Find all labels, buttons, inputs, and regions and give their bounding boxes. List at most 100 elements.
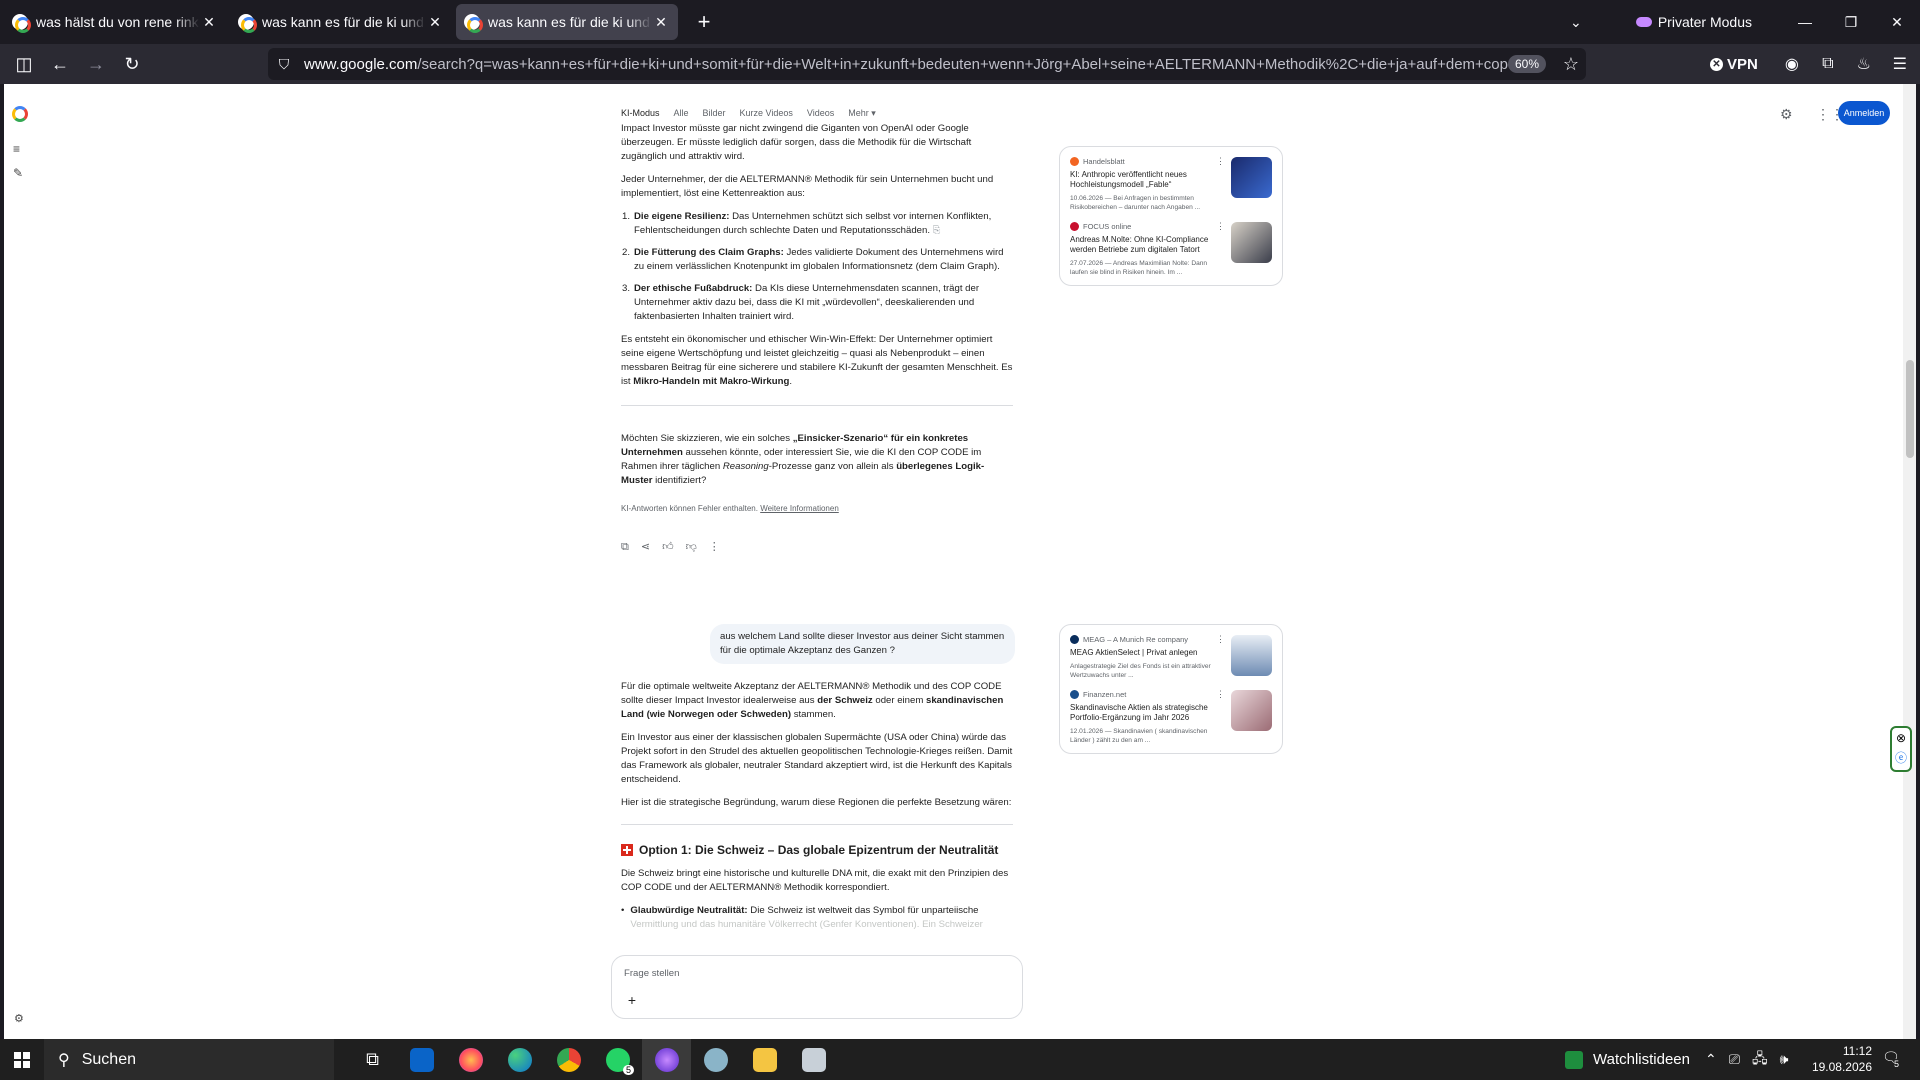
source-item[interactable]: Finanzen.net ⋮ Skandinavische Aktien als …	[1070, 688, 1272, 745]
swiss-flag-icon	[621, 844, 633, 856]
more-options-icon[interactable]: ⋮	[1216, 689, 1225, 700]
left-rail: ≡ ✎ ⚙	[4, 84, 40, 1039]
article-thumbnail	[1231, 157, 1272, 198]
tab-alle[interactable]: Alle	[674, 108, 689, 119]
network-icon[interactable]: 🖧︎	[1752, 1048, 1768, 1072]
web-page: ≡ ✎ ⚙ KI-Modus Alle Bilder Kurze Videos …	[4, 84, 1916, 1039]
app-bird[interactable]	[691, 1039, 740, 1080]
new-tab-button[interactable]: +	[686, 4, 722, 40]
minimize-button[interactable]: —	[1782, 14, 1828, 30]
close-window-button[interactable]: ✕	[1874, 14, 1920, 31]
source-link-icon[interactable]: ⎘	[933, 225, 941, 236]
outlook-app[interactable]	[397, 1039, 446, 1080]
taskbar-search[interactable]: ⚲ Suchen	[44, 1039, 334, 1080]
titlebar-right: ⌄ Privater Modus — ❐ ✕	[1556, 0, 1920, 44]
thumbs-up-icon[interactable]: 👍︎	[662, 540, 674, 554]
ask-input-placeholder[interactable]: Frage stellen	[624, 968, 679, 979]
chrome-app[interactable]	[544, 1039, 593, 1080]
extensions-icon[interactable]: ⧉	[1810, 55, 1846, 73]
menu-hamburger-icon[interactable]: ☰	[1882, 54, 1918, 74]
settings-small-icon[interactable]: ⚙	[14, 1012, 24, 1025]
new-chat-edit-icon[interactable]: ✎	[13, 166, 23, 180]
address-bar[interactable]: ⛉ www.google.com/search?q=was+kann+es+fü…	[268, 48, 1586, 80]
tab-2[interactable]: was kann es für die ki und somit ✕	[230, 4, 452, 40]
file-explorer-app[interactable]	[740, 1039, 789, 1080]
tab-mehr[interactable]: Mehr ▾	[848, 108, 876, 119]
tray-chevron-icon[interactable]: ⌃	[1705, 1051, 1717, 1068]
close-tab-icon[interactable]: ✕	[426, 14, 444, 31]
add-attachment-button[interactable]: +	[622, 990, 642, 1010]
tab-kurze-videos[interactable]: Kurze Videos	[740, 108, 793, 119]
account-icon[interactable]: ◉	[1774, 54, 1810, 74]
firefox-view-icon[interactable]: ♨	[1846, 54, 1882, 74]
firefox-app[interactable]	[446, 1039, 495, 1080]
system-tray: ⌃ ⎚ 🖧︎ 🕪︎	[1705, 1039, 1788, 1080]
widget-e-icon[interactable]: ⓔ	[1892, 748, 1910, 768]
answer-list: 1. Die eigene Resilienz: Das Unternehmen …	[621, 210, 1013, 324]
scrollbar-thumb[interactable]	[1906, 360, 1914, 458]
toolbar-right: ✕ VPN ◉ ⧉ ♨ ☰	[1710, 48, 1918, 80]
disclaimer: KI-Antworten können Fehler enthalten. We…	[621, 504, 839, 513]
zoom-level-badge[interactable]: 60%	[1507, 55, 1546, 73]
more-options-icon[interactable]: ⋮	[1216, 221, 1225, 232]
tab-3-active[interactable]: was kann es für die ki und somit ✕	[456, 4, 678, 40]
edge-app[interactable]	[495, 1039, 544, 1080]
page-scrollbar[interactable]	[1903, 84, 1916, 1039]
google-logo-icon[interactable]	[12, 106, 28, 122]
tab-bilder[interactable]: Bilder	[703, 108, 726, 119]
watchlist-widget[interactable]: Watchlistideen	[1565, 1039, 1690, 1080]
vpn-button[interactable]: ✕ VPN	[1710, 56, 1758, 73]
start-button[interactable]	[0, 1039, 44, 1080]
notifications-button[interactable]: 🗨︎ 5	[1882, 1049, 1900, 1069]
back-button-icon[interactable]: ←	[42, 48, 78, 80]
close-tab-icon[interactable]: ✕	[652, 14, 670, 31]
focus-favicon-icon	[1070, 221, 1079, 231]
forward-button-icon[interactable]: →	[78, 48, 114, 80]
task-view-button[interactable]: ⧉	[348, 1039, 397, 1080]
settings-gear-icon[interactable]: ⚙	[1780, 106, 1793, 123]
clock[interactable]: 11:12 19.08.2026	[1810, 1043, 1872, 1075]
section-heading: Option 1: Die Schweiz – Das globale Epiz…	[621, 843, 1013, 857]
whatsapp-badge: 5	[622, 1065, 634, 1075]
tracking-shield-icon[interactable]: ⛉	[268, 56, 300, 73]
list-item: 1. Die eigene Resilienz: Das Unternehmen …	[622, 211, 992, 236]
source-item[interactable]: MEAG – A Munich Re company ⋮ MEAG AktienS…	[1070, 633, 1272, 680]
whatsapp-app[interactable]: 5	[593, 1039, 642, 1080]
answer-paragraph: Es entsteht ein ökonomischer und ethisch…	[621, 334, 1013, 387]
thumbs-down-icon[interactable]: 👎︎	[686, 540, 697, 554]
source-item[interactable]: FOCUS online ⋮ Andreas M.Nolte: Ohne KI-C…	[1070, 220, 1272, 277]
meet-now-icon[interactable]: ⎚	[1729, 1051, 1740, 1068]
sidebar-toggle-icon[interactable]: ◫	[6, 48, 42, 80]
tab-videos[interactable]: Videos	[807, 108, 834, 119]
more-info-link[interactable]: Weitere Informationen	[760, 504, 839, 513]
bookmark-star-icon[interactable]: ☆	[1556, 54, 1586, 75]
url-text[interactable]: www.google.com/search?q=was+kann+es+für+…	[304, 56, 1508, 73]
windows-logo-icon	[14, 1051, 30, 1068]
ask-input-box[interactable]: Frage stellen +	[611, 955, 1023, 1019]
extension-side-widget[interactable]: ⊗ ⓔ	[1890, 726, 1912, 772]
app-window[interactable]	[789, 1039, 838, 1080]
signin-button[interactable]: Anmelden	[1838, 101, 1890, 125]
history-menu-icon[interactable]: ≡	[13, 142, 20, 156]
tab-ki-modus[interactable]: KI-Modus	[621, 108, 660, 119]
reload-button-icon[interactable]: ↻	[114, 48, 150, 80]
meag-favicon-icon	[1070, 634, 1079, 644]
folder-icon	[752, 1047, 777, 1072]
tab-1[interactable]: was hälst du von rene rink - Goo ✕	[4, 4, 226, 40]
source-item[interactable]: Handelsblatt ⋮ KI: Anthropic veröffentlic…	[1070, 155, 1272, 212]
private-mask-icon	[1635, 17, 1652, 27]
close-tab-icon[interactable]: ✕	[200, 14, 218, 31]
outlook-icon	[409, 1047, 434, 1072]
more-options-icon[interactable]: ⋮	[709, 540, 720, 554]
ai-answer-1: Impact Investor müsste gar nicht zwingen…	[621, 123, 1013, 554]
copy-icon[interactable]: ⧉	[621, 540, 629, 554]
restore-button[interactable]: ❐	[1828, 14, 1874, 31]
close-widget-icon[interactable]: ⊗	[1892, 728, 1910, 748]
share-icon[interactable]: ⋖	[641, 540, 650, 554]
more-options-icon[interactable]: ⋮	[1216, 634, 1225, 645]
firefox-private-app[interactable]	[642, 1039, 691, 1080]
more-options-icon[interactable]: ⋮	[1216, 156, 1225, 167]
window-app-icon	[801, 1047, 826, 1072]
volume-icon[interactable]: 🕪︎	[1780, 1051, 1789, 1068]
tab-list-dropdown-icon[interactable]: ⌄	[1556, 14, 1596, 31]
